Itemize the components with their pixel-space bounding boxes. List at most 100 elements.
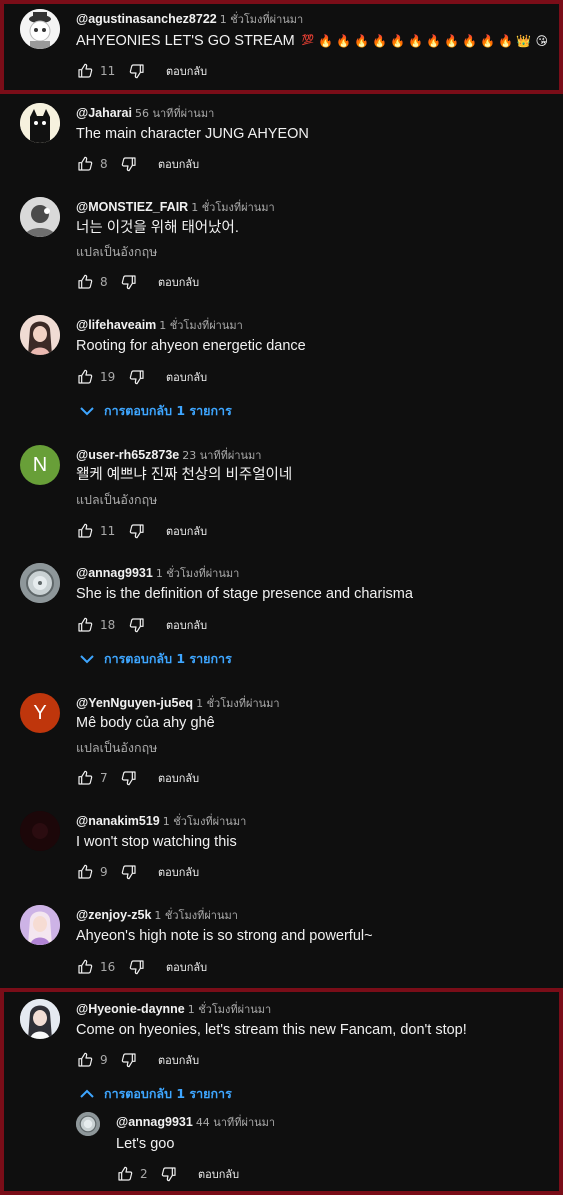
comment-time[interactable]: 1 ชั่วโมงที่ผ่านมา: [188, 1003, 272, 1016]
avatar[interactable]: Y: [20, 693, 60, 733]
like-button[interactable]: [76, 368, 94, 386]
comment-author[interactable]: @zenjoy-z5k: [76, 908, 151, 922]
dislike-button[interactable]: [128, 522, 146, 540]
dislike-button[interactable]: [120, 155, 138, 173]
avatar-letter: Y: [33, 701, 47, 724]
like-button[interactable]: [116, 1165, 134, 1183]
avatar[interactable]: [20, 9, 60, 49]
chevron-down-icon: [80, 655, 94, 664]
like-button[interactable]: [76, 273, 94, 291]
avatar[interactable]: [20, 315, 60, 355]
comment-header: @Jaharai 56 นาทีที่ผ่านมา: [76, 105, 214, 122]
comment-header: @user-rh65z873e 23 นาทีที่ผ่านมา: [76, 447, 261, 464]
comment-time[interactable]: 1 ชั่วโมงที่ผ่านมา: [196, 697, 280, 710]
dislike-button[interactable]: [120, 863, 138, 881]
reply-button[interactable]: ตอบกลับ: [198, 1165, 239, 1183]
reply-button[interactable]: ตอบกลับ: [166, 62, 207, 80]
avatar[interactable]: [20, 103, 60, 143]
comment-time[interactable]: 23 นาทีที่ผ่านมา: [182, 449, 261, 462]
comment-author[interactable]: @YenNguyen-ju5eq: [76, 696, 193, 710]
comment-time[interactable]: 1 ชั่วโมงที่ผ่านมา: [220, 13, 304, 26]
avatar[interactable]: N: [20, 445, 60, 485]
photo-avatar-icon: [20, 999, 60, 1039]
reply-time[interactable]: 44 นาทีที่ผ่านมา: [196, 1116, 275, 1129]
comment-actions: 11 ตอบกลับ: [76, 61, 207, 81]
reply-avatar[interactable]: [76, 1112, 100, 1136]
like-count: 8: [100, 275, 108, 289]
reply-button[interactable]: ตอบกลับ: [158, 155, 199, 173]
avatar[interactable]: [20, 811, 60, 851]
comment-time[interactable]: 1 ชั่วโมงที่ผ่านมา: [154, 909, 238, 922]
comment-author[interactable]: @Jaharai: [76, 106, 132, 120]
dislike-button[interactable]: [120, 1051, 138, 1069]
reply-button[interactable]: ตอบกลับ: [166, 616, 207, 634]
reply-button[interactable]: ตอบกลับ: [166, 522, 207, 540]
crown-emoji: 👑: [516, 34, 532, 49]
comment-time[interactable]: 1 ชั่วโมงที่ผ่านมา: [191, 201, 275, 214]
comment-author[interactable]: @MONSTIEZ_FAIR: [76, 200, 188, 214]
dislike-button[interactable]: [128, 62, 146, 80]
comment-time[interactable]: 1 ชั่วโมงที่ผ่านมา: [159, 319, 243, 332]
like-button[interactable]: [76, 863, 94, 881]
avatar[interactable]: [20, 197, 60, 237]
comment-author[interactable]: @annag9931: [76, 566, 153, 580]
comment-text: She is the definition of stage presence …: [76, 586, 413, 602]
dislike-button[interactable]: [128, 616, 146, 634]
like-button[interactable]: [76, 155, 94, 173]
dislike-button[interactable]: [128, 958, 146, 976]
comment-actions: 9 ตอบกลับ: [76, 862, 199, 882]
comment-author[interactable]: @user-rh65z873e: [76, 448, 179, 462]
avatar[interactable]: [20, 905, 60, 945]
comment-time[interactable]: 56 นาทีที่ผ่านมา: [135, 107, 214, 120]
translate-link[interactable]: แปลเป็นอังกฤษ: [76, 243, 157, 261]
like-button[interactable]: [76, 62, 94, 80]
comment-time[interactable]: 1 ชั่วโมงที่ผ่านมา: [163, 815, 247, 828]
thumbs-up-icon: [78, 369, 93, 384]
like-count: 19: [100, 370, 116, 384]
reply-author[interactable]: @annag9931: [116, 1115, 193, 1129]
reply-button[interactable]: ตอบกลับ: [158, 769, 199, 787]
like-button[interactable]: [76, 522, 94, 540]
reply-button[interactable]: ตอบกลับ: [166, 368, 207, 386]
avatar[interactable]: [20, 563, 60, 603]
reply-button[interactable]: ตอบกลับ: [158, 1051, 199, 1069]
comment-author[interactable]: @Hyeonie-daynne: [76, 1002, 185, 1016]
thumbs-up-icon: [78, 864, 93, 879]
comment-text: Rooting for ahyeon energetic dance: [76, 338, 306, 354]
comment-author[interactable]: @lifehaveaim: [76, 318, 156, 332]
replies-toggle[interactable]: การตอบกลับ 1 รายการ: [80, 1084, 232, 1104]
comment-author[interactable]: @nanakim519: [76, 814, 160, 828]
photo-avatar-icon: [20, 315, 60, 355]
emoji: 💯: [301, 35, 314, 47]
like-count: 16: [100, 960, 116, 974]
reply-button[interactable]: ตอบกลับ: [166, 958, 207, 976]
replies-toggle-label: การตอบกลับ 1 รายการ: [104, 403, 232, 418]
comment-text: The main character JUNG AHYEON: [76, 126, 309, 142]
translate-link[interactable]: แปลเป็นอังกฤษ: [76, 491, 157, 509]
like-button[interactable]: [76, 616, 94, 634]
comment-actions: 16 ตอบกลับ: [76, 957, 207, 977]
like-button[interactable]: [76, 769, 94, 787]
dislike-button[interactable]: [120, 273, 138, 291]
replies-toggle[interactable]: การตอบกลับ 1 รายการ: [80, 649, 232, 669]
avatar[interactable]: [20, 999, 60, 1039]
replies-toggle[interactable]: การตอบกลับ 1 รายการ: [80, 401, 232, 421]
translate-link[interactable]: แปลเป็นอังกฤษ: [76, 739, 157, 757]
dislike-button[interactable]: [160, 1165, 178, 1183]
comment-time[interactable]: 1 ชั่วโมงที่ผ่านมา: [156, 567, 240, 580]
reply-button[interactable]: ตอบกลับ: [158, 273, 199, 291]
photo-avatar-icon: [76, 1112, 100, 1136]
like-count: 2: [140, 1167, 148, 1181]
thumbs-down-icon: [129, 960, 144, 975]
like-button[interactable]: [76, 1051, 94, 1069]
reply-button[interactable]: ตอบกลับ: [158, 863, 199, 881]
comment-header: @zenjoy-z5k 1 ชั่วโมงที่ผ่านมา: [76, 907, 238, 924]
dislike-button[interactable]: [120, 769, 138, 787]
replies-toggle-label: การตอบกลับ 1 รายการ: [104, 651, 232, 666]
comment-author[interactable]: @agustinasanchez8722: [76, 12, 217, 26]
like-count: 8: [100, 157, 108, 171]
like-button[interactable]: [76, 958, 94, 976]
dislike-button[interactable]: [128, 368, 146, 386]
like-count: 11: [100, 524, 116, 538]
avatar-letter: N: [32, 453, 48, 476]
